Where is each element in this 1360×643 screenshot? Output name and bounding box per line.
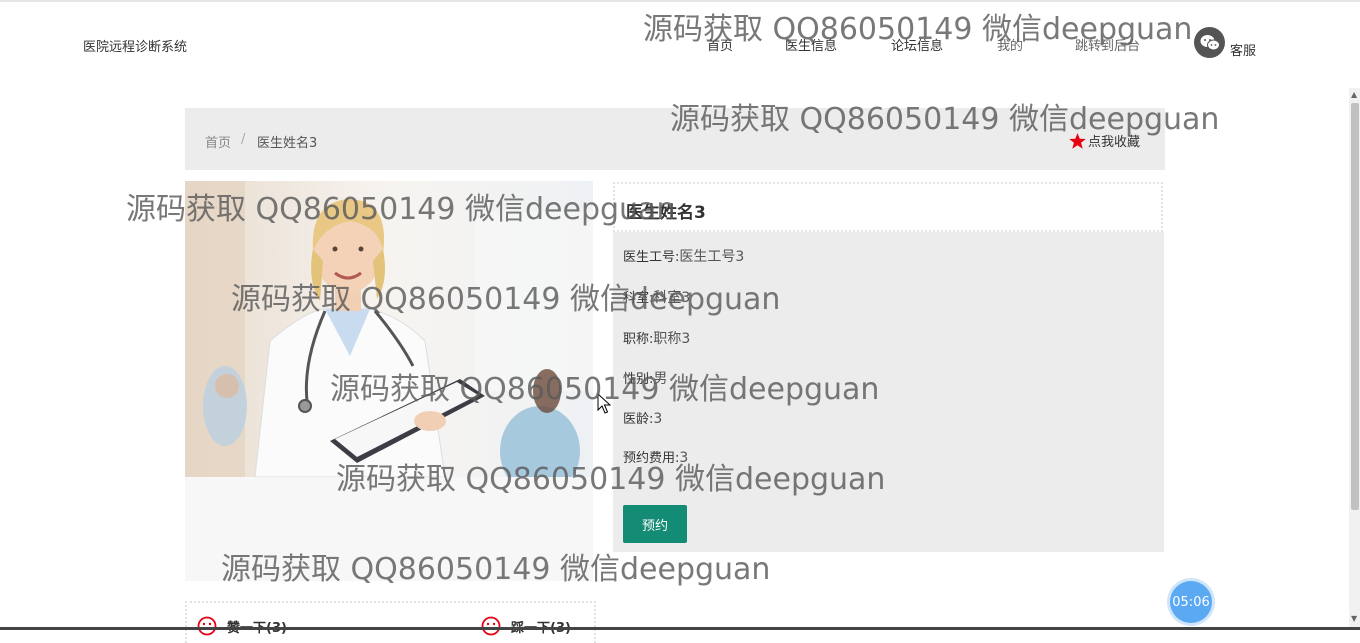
mouse-cursor-icon: [597, 392, 612, 419]
scroll-down-arrow-icon[interactable]: ▼: [1351, 614, 1357, 623]
thumbs-down-button[interactable]: 踩一下(3): [481, 616, 571, 636]
doctor-photo: [185, 181, 593, 477]
breadcrumb-home[interactable]: 首页: [205, 132, 231, 151]
field-title: 职称:职称3: [623, 328, 690, 348]
doctor-name: 医生姓名3: [626, 203, 706, 223]
scroll-up-arrow-icon[interactable]: ▲: [1351, 90, 1357, 99]
field-gender: 性别:男: [623, 368, 667, 388]
favorite-label: 点我收藏: [1088, 135, 1141, 150]
doctor-details: [613, 232, 1164, 552]
sad-face-icon: [481, 616, 501, 636]
nav-home[interactable]: 首页: [707, 35, 733, 54]
thumbs-down-label: 踩一下(3): [511, 617, 571, 636]
breadcrumb: [185, 108, 1165, 170]
field-label: 职称:: [623, 332, 654, 347]
field-doctor-id: 医生工号:医生工号3: [623, 246, 744, 266]
field-value: 3: [679, 450, 689, 466]
field-value: 3: [653, 411, 663, 427]
customer-service-label[interactable]: 客服: [1230, 40, 1256, 59]
field-value: 男: [653, 371, 668, 387]
field-label: 医生工号:: [623, 250, 680, 265]
scrollbar-thumb[interactable]: [1351, 103, 1359, 510]
field-experience: 医龄:3: [623, 408, 662, 427]
nav-doctor-info[interactable]: 医生信息: [785, 35, 837, 54]
field-value: 职称3: [653, 331, 691, 347]
breadcrumb-separator: /: [241, 132, 246, 147]
field-value: 医生工号3: [679, 249, 745, 265]
field-label: 性别:: [623, 372, 654, 387]
field-fee: 预约费用:3: [623, 447, 688, 466]
top-border: [0, 0, 1360, 2]
thumbs-up-button[interactable]: 赞一下(3): [197, 616, 287, 636]
site-title: 医院远程诊断系统: [83, 40, 188, 55]
field-label: 医龄:: [623, 412, 654, 427]
nav-mine[interactable]: 我的: [997, 35, 1023, 54]
nav-admin[interactable]: 跳转到后台: [1075, 35, 1140, 54]
field-department: 科室:科室3: [623, 287, 690, 307]
field-label: 预约费用:: [623, 451, 680, 466]
favorite-button[interactable]: 点我收藏: [1068, 131, 1140, 150]
book-button[interactable]: 预约: [623, 505, 687, 543]
thumbs-up-label: 赞一下(3): [227, 617, 287, 636]
field-value: 科室3: [653, 290, 691, 306]
wechat-icon[interactable]: [1194, 27, 1225, 58]
nav-forum[interactable]: 论坛信息: [891, 35, 943, 54]
sad-face-icon: [197, 616, 217, 636]
field-label: 科室:: [623, 291, 654, 306]
star-icon: [1069, 132, 1086, 149]
timer-badge[interactable]: 05:06: [1170, 581, 1212, 623]
breadcrumb-current: 医生姓名3: [257, 136, 318, 151]
